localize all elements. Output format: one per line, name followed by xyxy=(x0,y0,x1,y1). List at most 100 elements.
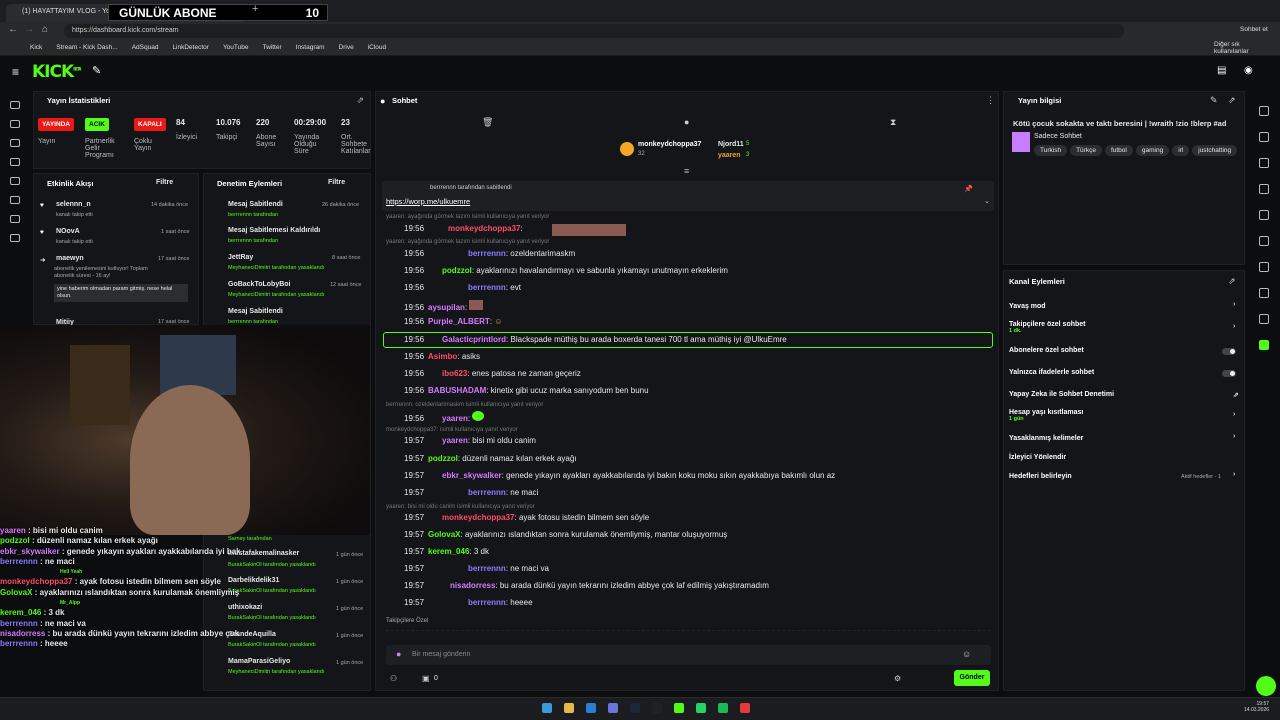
start-icon[interactable] xyxy=(542,703,552,713)
message-user[interactable]: podzzol xyxy=(442,266,472,275)
bookmark-adsquad[interactable]: AdSquad xyxy=(132,44,159,51)
url-field[interactable]: https://dashboard.kick.com/stream xyxy=(64,24,1124,38)
bookmark-twitter[interactable]: Twitter xyxy=(262,44,281,51)
tag[interactable]: futbol xyxy=(1104,145,1133,156)
message-user[interactable]: monkeydchoppa37 xyxy=(442,513,514,522)
rrail-icon-10[interactable] xyxy=(1259,340,1269,350)
message-user[interactable]: berrrennn xyxy=(468,283,506,292)
ai-moderation-row[interactable]: Yapay Zeka ile Sohbet Denetimi ⇗ xyxy=(1009,391,1241,399)
rrail-icon-1[interactable] xyxy=(1259,106,1269,116)
chat-message[interactable]: 19:56 Asimbo: asiks xyxy=(388,352,480,361)
send-button[interactable]: Gönder xyxy=(954,670,990,686)
banned-words-row[interactable]: Yasaklanmış kelimeler › xyxy=(1009,433,1241,442)
chat-message[interactable]: 19:57 berrrennn: ne maci xyxy=(388,488,538,497)
moderation-filter-button[interactable]: Filtre xyxy=(328,179,345,186)
discord-icon[interactable] xyxy=(608,703,618,713)
message-user[interactable]: podzzol xyxy=(428,454,458,463)
message-user[interactable]: yaaren xyxy=(442,414,468,423)
home-icon[interactable]: ⌂ xyxy=(42,24,48,35)
stream-category[interactable]: Sadece Sohbet xyxy=(1034,133,1082,140)
rrail-icon-8[interactable] xyxy=(1259,288,1269,298)
explorer-icon[interactable] xyxy=(564,703,574,713)
forward-icon[interactable]: → xyxy=(24,24,34,35)
message-user[interactable]: monkeydchoppa37 xyxy=(448,224,520,233)
tag[interactable]: justchatting xyxy=(1192,145,1238,156)
message-user[interactable]: berrrennn xyxy=(468,564,506,573)
bookmark-linkdetector[interactable]: LinkDetector xyxy=(172,44,209,51)
message-user[interactable]: Galacticprintlord xyxy=(442,335,506,344)
chat-message[interactable]: 19:56 ibo623: enes patosa ne zaman geçeri… xyxy=(388,369,581,378)
chat-message[interactable]: 19:57 berrrennn: heeee xyxy=(388,598,533,607)
kick-app-icon[interactable] xyxy=(674,703,684,713)
subscribers-only-toggle[interactable] xyxy=(1222,348,1236,355)
tag[interactable]: gaming xyxy=(1135,145,1170,156)
rail-icon-3[interactable] xyxy=(10,139,20,147)
collapse-icon[interactable]: ≡ xyxy=(684,166,689,176)
message-user[interactable]: nisadorress xyxy=(450,581,495,590)
popout-icon[interactable]: ⇗ xyxy=(1228,276,1236,287)
rrail-icon-6[interactable] xyxy=(1259,236,1269,246)
steam-icon[interactable] xyxy=(630,703,640,713)
rail-icon-6[interactable] xyxy=(10,196,20,204)
chat-message[interactable]: 19:57 berrrennn: ne maci va xyxy=(388,564,549,573)
tag[interactable]: irl xyxy=(1172,145,1190,156)
bookmark-youtube[interactable]: YouTube xyxy=(223,44,249,51)
rrail-icon-7[interactable] xyxy=(1259,262,1269,272)
chat-bubble-button[interactable] xyxy=(1256,676,1276,696)
chat-message[interactable]: 19:57 yaaren: bisi mi oldu canim xyxy=(388,436,536,445)
chat-message[interactable]: 19:56 Purple_ALBERT: ☺ xyxy=(388,317,502,326)
chat-message[interactable]: 19:57 kerem_046: 3 dk xyxy=(388,547,489,556)
rail-icon-2[interactable] xyxy=(10,120,20,128)
chat-message[interactable]: 19:56 Galacticprintlord: Blackspade müthi… xyxy=(388,335,787,344)
rail-icon-1[interactable] xyxy=(10,101,20,109)
bookmark-icloud[interactable]: iCloud xyxy=(368,44,386,51)
emote-row[interactable] xyxy=(386,630,991,640)
clock[interactable]: 19:57 14.03.2026 xyxy=(1244,701,1269,713)
rrail-icon-3[interactable] xyxy=(1259,158,1269,168)
rail-icon-7[interactable] xyxy=(10,215,20,223)
chat-message[interactable]: 19:56 BABUSHADAM: kinetix gibi ucuz marka… xyxy=(388,386,649,395)
bookmark-instagram[interactable]: Instagram xyxy=(296,44,325,51)
chat-message[interactable]: 19:56 yaaren: xyxy=(388,411,485,423)
account-age-row[interactable]: Hesap yaşı kısıtlaması 1 gün › xyxy=(1009,409,1241,422)
edit-icon[interactable]: ✎ xyxy=(1210,95,1218,106)
message-user[interactable]: kerem_046 xyxy=(428,547,469,556)
chat-message[interactable]: 19:57 podzzol: düzenli namaz kılan erkek … xyxy=(388,454,577,463)
bookmark-kick[interactable]: Kick xyxy=(30,44,42,51)
chat-message[interactable]: 19:56 berrrennn: ozeldentarimaskm xyxy=(388,249,575,258)
profile-label[interactable]: Sohbet et xyxy=(1240,26,1268,33)
rrail-icon-4[interactable] xyxy=(1259,184,1269,194)
bag-icon[interactable]: ▣ xyxy=(422,674,430,683)
pin-icon[interactable]: ✎ xyxy=(92,64,101,77)
hourglass-icon[interactable]: ⧗ xyxy=(890,117,896,128)
rrail-icon-5[interactable] xyxy=(1259,210,1269,220)
rail-icon-8[interactable] xyxy=(10,234,20,242)
message-user[interactable]: ebkr_skywalker xyxy=(442,471,502,480)
rail-icon-5[interactable] xyxy=(10,177,20,185)
popout-icon[interactable]: ⇗ xyxy=(356,95,364,106)
terminal-icon[interactable] xyxy=(652,703,662,713)
slow-mode-row[interactable]: Yavaş mod › xyxy=(1009,301,1241,310)
chat-message[interactable]: 19:57 nisadorress: bu arada dünkü yayın t… xyxy=(388,581,769,590)
rrail-icon-9[interactable] xyxy=(1259,314,1269,324)
message-user[interactable]: aysupilan xyxy=(428,303,465,312)
pinned-message[interactable]: berrrennn tarafından sabitlendi https://… xyxy=(382,181,994,211)
message-user[interactable]: berrrennn xyxy=(468,488,506,497)
chat-message[interactable]: 19:56 monkeydchoppa37: xyxy=(388,224,626,236)
chat-message[interactable]: 19:56 aysupilan: xyxy=(388,300,484,312)
user-icon[interactable]: ◉ xyxy=(1244,65,1253,76)
chat-message[interactable]: 19:56 berrrennn: evt xyxy=(388,283,521,292)
message-user[interactable]: berrrennn xyxy=(468,598,506,607)
back-icon[interactable]: ← xyxy=(8,24,18,35)
chat-message[interactable]: 19:57 GolovaX: ayaklarınızı ıslandıktan s… xyxy=(388,530,727,539)
other-bookmarks[interactable]: Diğer sık kullanılanlar xyxy=(1214,41,1266,55)
message-user[interactable]: yaaren xyxy=(442,436,468,445)
emote-picker-icon[interactable]: ☺ xyxy=(962,649,971,659)
whatsapp-icon[interactable] xyxy=(696,703,706,713)
spotify-icon[interactable] xyxy=(718,703,728,713)
obs-icon[interactable] xyxy=(740,703,750,713)
tag[interactable]: Turkish xyxy=(1034,145,1068,156)
message-icon[interactable]: ● xyxy=(684,117,689,127)
rail-icon-4[interactable] xyxy=(10,158,20,166)
mic-icon[interactable]: ● xyxy=(396,649,401,659)
